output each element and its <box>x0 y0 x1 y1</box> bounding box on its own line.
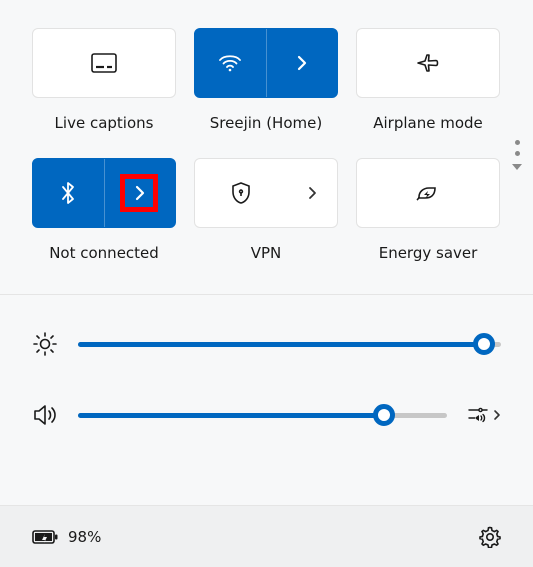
wifi-icon <box>218 53 242 73</box>
volume-slider[interactable] <box>78 413 447 418</box>
chevron-right-icon <box>296 54 308 72</box>
brightness-slider[interactable] <box>78 342 501 347</box>
tile-group-bluetooth: Not connected <box>32 158 176 262</box>
bluetooth-expand[interactable] <box>105 159 176 227</box>
battery-status[interactable]: 98% <box>32 528 101 546</box>
chevron-down-icon[interactable] <box>511 162 523 172</box>
airplane-label: Airplane mode <box>373 114 483 132</box>
volume-fill <box>78 413 384 418</box>
brightness-fill <box>78 342 484 347</box>
captions-icon <box>91 53 117 73</box>
shield-lock-icon <box>230 181 252 205</box>
page-dot <box>515 151 520 156</box>
energy-tile[interactable] <box>356 158 500 228</box>
brightness-icon <box>32 331 58 357</box>
bluetooth-toggle[interactable] <box>33 159 104 227</box>
wifi-toggle[interactable] <box>195 29 266 97</box>
airplane-icon <box>416 52 440 74</box>
tile-group-vpn: VPN <box>194 158 338 262</box>
bottom-bar: 98% <box>0 505 533 567</box>
wifi-label: Sreejin (Home) <box>210 114 322 132</box>
chevron-right-icon <box>493 409 501 421</box>
bluetooth-icon <box>60 181 76 205</box>
page-dot <box>515 140 520 145</box>
page-indicator <box>511 140 523 172</box>
settings-button[interactable] <box>479 526 501 548</box>
battery-icon <box>32 528 58 546</box>
volume-output-select[interactable] <box>467 405 501 425</box>
bluetooth-label: Not connected <box>49 244 159 262</box>
volume-thumb[interactable] <box>373 404 395 426</box>
tiles-grid: Live captions <box>32 28 501 288</box>
airplane-tile[interactable] <box>356 28 500 98</box>
audio-output-icon <box>467 405 489 425</box>
wifi-tile <box>194 28 338 98</box>
gear-icon <box>479 526 501 548</box>
tile-group-wifi: Sreejin (Home) <box>194 28 338 132</box>
energy-saver-icon <box>415 183 441 203</box>
bluetooth-tile <box>32 158 176 228</box>
quick-settings-panel: Live captions <box>0 0 533 288</box>
vpn-label: VPN <box>251 244 282 262</box>
speaker-icon <box>32 403 58 427</box>
live-captions-tile[interactable] <box>32 28 176 98</box>
live-captions-label: Live captions <box>55 114 154 132</box>
brightness-thumb[interactable] <box>473 333 495 355</box>
sliders-section <box>0 294 533 455</box>
wifi-expand[interactable] <box>267 29 338 97</box>
vpn-tile <box>194 158 338 228</box>
vpn-toggle[interactable] <box>195 159 287 227</box>
energy-label: Energy saver <box>379 244 478 262</box>
volume-row <box>32 403 501 427</box>
tile-group-energy: Energy saver <box>356 158 500 262</box>
brightness-row <box>32 331 501 357</box>
tile-group-airplane: Airplane mode <box>356 28 500 132</box>
battery-percent: 98% <box>68 528 101 546</box>
chevron-right-icon <box>134 184 146 202</box>
chevron-right-icon <box>308 186 317 200</box>
vpn-expand[interactable] <box>287 159 337 227</box>
tile-group-live-captions: Live captions <box>32 28 176 132</box>
